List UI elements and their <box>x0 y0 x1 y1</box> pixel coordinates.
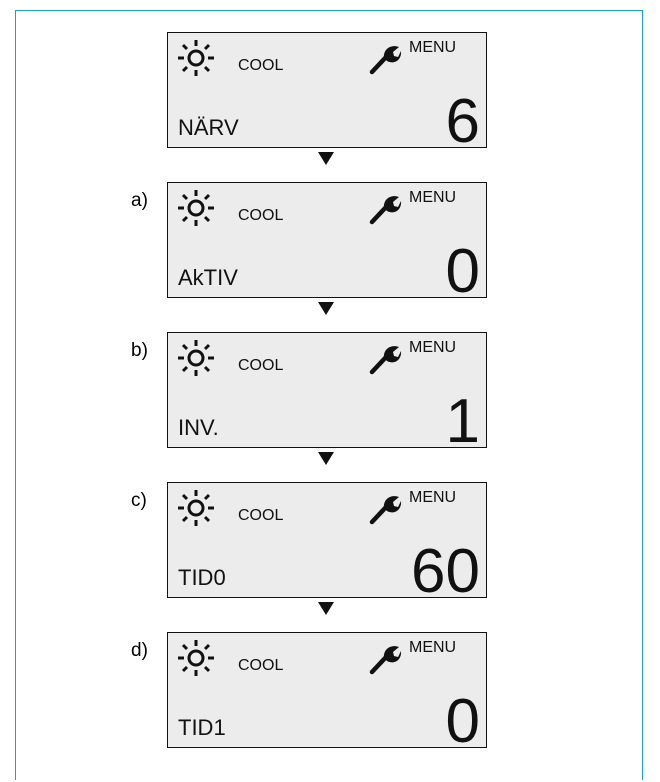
sun-icon <box>178 190 214 226</box>
display-step: b) COOL MENU INV. 1 <box>0 332 660 482</box>
wrench-icon <box>369 646 402 675</box>
sun-icon <box>178 490 214 526</box>
mode-label: COOL <box>238 507 284 524</box>
mode-label: COOL <box>238 657 284 674</box>
lcd-display: COOL MENU INV. 1 <box>167 332 487 453</box>
parameter-value: 1 <box>445 387 480 456</box>
sun-icon <box>178 340 214 376</box>
parameter-name: AkTIV <box>178 265 238 290</box>
sun-icon <box>178 640 214 676</box>
lcd-display: COOL MENU NÄRV 6 <box>167 32 487 153</box>
lcd-display: COOL MENU AkTIV 0 <box>167 182 487 303</box>
parameter-value: 6 <box>445 87 480 156</box>
down-arrow-icon <box>318 302 334 315</box>
mode-label: COOL <box>238 207 284 224</box>
menu-label: MENU <box>409 639 457 656</box>
mode-label: COOL <box>238 357 284 374</box>
step-label: b) <box>131 340 148 361</box>
down-arrow-icon <box>318 602 334 615</box>
parameter-value: 60 <box>411 537 480 606</box>
down-arrow-icon <box>318 452 334 465</box>
menu-label: MENU <box>409 189 457 206</box>
lcd-display: COOL MENU TID0 60 <box>167 482 487 603</box>
wrench-icon <box>369 346 402 375</box>
sun-icon <box>178 40 214 76</box>
wrench-icon <box>369 46 402 75</box>
wrench-icon <box>369 196 402 225</box>
wrench-icon <box>369 496 402 525</box>
parameter-value: 0 <box>445 237 480 306</box>
menu-label: MENU <box>409 339 457 356</box>
step-label: d) <box>131 640 148 661</box>
down-arrow-icon <box>318 152 334 165</box>
parameter-value: 0 <box>445 687 480 756</box>
step-label: c) <box>131 490 147 511</box>
parameter-name: TID0 <box>178 565 226 590</box>
display-step: c) COOL MENU TID0 60 <box>0 482 660 632</box>
display-step: COOL MENU NÄRV 6 <box>0 32 660 182</box>
display-step: a) COOL MENU AkTIV 0 <box>0 182 660 332</box>
parameter-name: NÄRV <box>178 115 239 140</box>
mode-label: COOL <box>238 57 284 74</box>
menu-label: MENU <box>409 39 457 56</box>
step-label: a) <box>131 190 148 211</box>
menu-label: MENU <box>409 489 457 506</box>
lcd-display: COOL MENU TID1 0 <box>167 632 487 753</box>
parameter-name: TID1 <box>178 715 226 740</box>
display-step: d) COOL MENU TID1 0 <box>0 632 660 782</box>
parameter-name: INV. <box>178 415 219 440</box>
